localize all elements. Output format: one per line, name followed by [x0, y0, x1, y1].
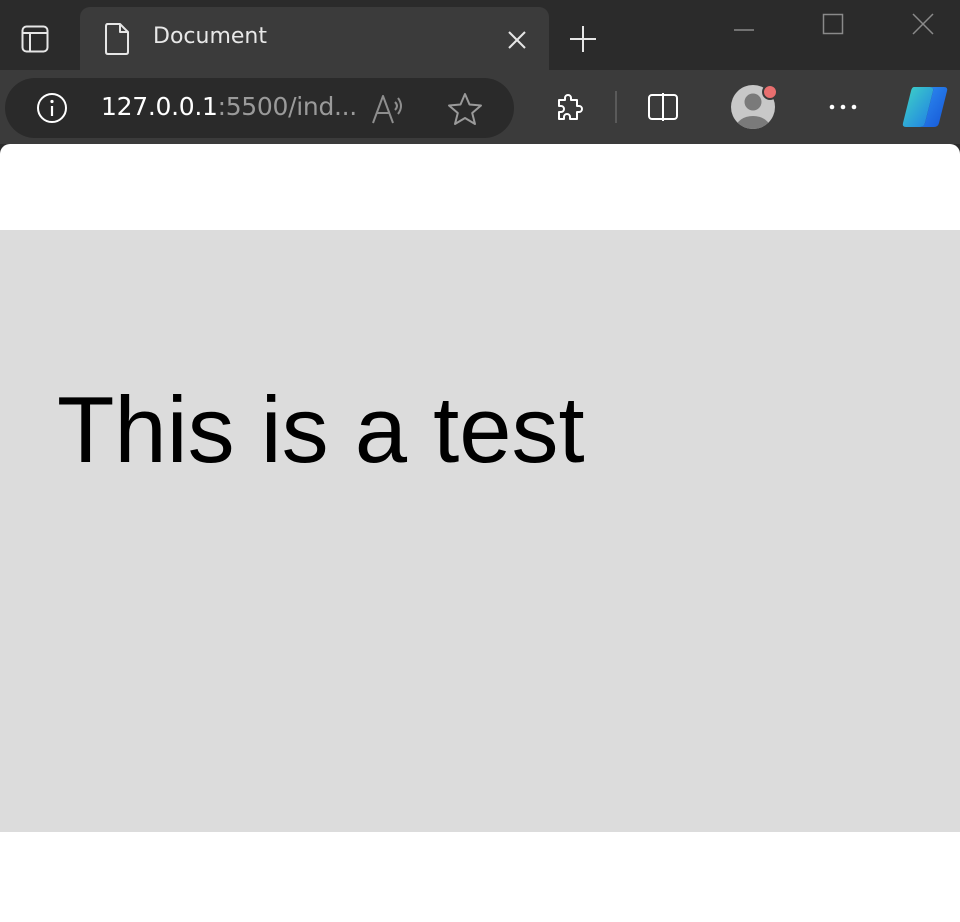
notification-dot	[762, 84, 778, 100]
page-viewport: This is a test	[0, 144, 960, 922]
url-path: :5500/ind...	[217, 92, 358, 121]
read-aloud-icon	[372, 95, 402, 124]
document-icon	[102, 22, 132, 56]
minimize-icon	[734, 29, 754, 31]
copilot-icon	[902, 87, 948, 127]
maximize-button[interactable]	[811, 4, 855, 44]
page-heading: This is a test	[57, 377, 585, 482]
tab-title: Document	[153, 24, 267, 49]
maximize-icon	[822, 13, 844, 35]
split-screen-icon	[648, 93, 678, 121]
more-icon	[829, 104, 857, 110]
plus-icon	[570, 26, 596, 52]
tab-strip: Document	[0, 0, 960, 70]
url-text[interactable]: 127.0.0.1:5500/ind...	[101, 92, 357, 121]
window-close-button[interactable]	[901, 4, 945, 44]
test-container: This is a test	[0, 230, 960, 832]
site-info-button[interactable]	[35, 91, 69, 125]
toolbar: 127.0.0.1:5500/ind...	[0, 70, 960, 144]
extensions-button[interactable]	[547, 85, 591, 129]
toolbar-separator	[615, 91, 617, 123]
read-aloud-button[interactable]	[369, 91, 409, 127]
info-icon	[37, 93, 67, 123]
tab-actions-button[interactable]	[10, 14, 60, 64]
minimize-button[interactable]	[722, 4, 766, 44]
tab-close-button[interactable]	[503, 26, 531, 54]
tab-document[interactable]: Document	[80, 7, 549, 70]
puzzle-icon	[558, 94, 583, 120]
tab-actions-icon	[21, 25, 49, 53]
more-button[interactable]	[821, 85, 865, 129]
new-tab-button[interactable]	[563, 19, 603, 59]
close-icon	[508, 31, 526, 49]
address-bar[interactable]: 127.0.0.1:5500/ind...	[5, 78, 514, 138]
browser-window: Document 127.0.0.1:5500/ind... This is a…	[0, 0, 960, 922]
favorite-button[interactable]	[445, 90, 485, 128]
close-icon	[912, 13, 934, 35]
split-screen-button[interactable]	[641, 85, 685, 129]
url-host: 127.0.0.1	[101, 92, 218, 121]
star-icon	[448, 93, 482, 125]
copilot-button[interactable]	[900, 83, 950, 131]
